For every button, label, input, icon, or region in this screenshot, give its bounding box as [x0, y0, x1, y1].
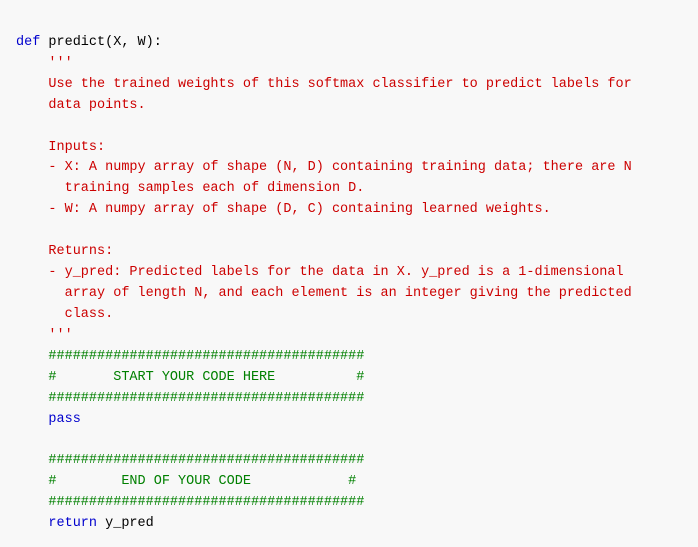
docstring-open: ''' [16, 56, 73, 71]
return-var: y_pred [105, 516, 154, 531]
comment-start-hash-2: ####################################### [16, 391, 364, 406]
comment-start-hash: ####################################### [16, 349, 364, 364]
code-editor: def predict(X, W): ''' Use the trained w… [16, 12, 682, 535]
comment-end-hash-2: ####################################### [16, 495, 364, 510]
keyword-pass: pass [16, 412, 81, 427]
keyword-def: def [16, 35, 48, 50]
docstring-input-w: - W: A numpy array of shape (D, C) conta… [16, 202, 551, 217]
comment-start-text: # START YOUR CODE HERE # [16, 370, 364, 385]
comment-end-hash: ####################################### [16, 453, 364, 468]
docstring-close: ''' [16, 328, 73, 343]
docstring-input-x-cont: training samples each of dimension D. [16, 181, 364, 196]
comment-end-text: # END OF YOUR CODE # [16, 474, 356, 489]
docstring-returns-header: Returns: [16, 244, 113, 259]
docstring-line-1: Use the trained weights of this softmax … [16, 77, 632, 92]
function-name: predict [48, 35, 105, 50]
docstring-line-2: data points. [16, 98, 146, 113]
docstring-inputs-header: Inputs: [16, 140, 105, 155]
docstring-input-x: - X: A numpy array of shape (N, D) conta… [16, 160, 632, 175]
punc: (X, W): [105, 35, 162, 50]
docstring-return-ypred: - y_pred: Predicted labels for the data … [16, 265, 624, 280]
docstring-return-ypred-cont: array of length N, and each element is a… [16, 286, 632, 301]
docstring-return-class: class. [16, 307, 113, 322]
keyword-return: return [16, 516, 105, 531]
